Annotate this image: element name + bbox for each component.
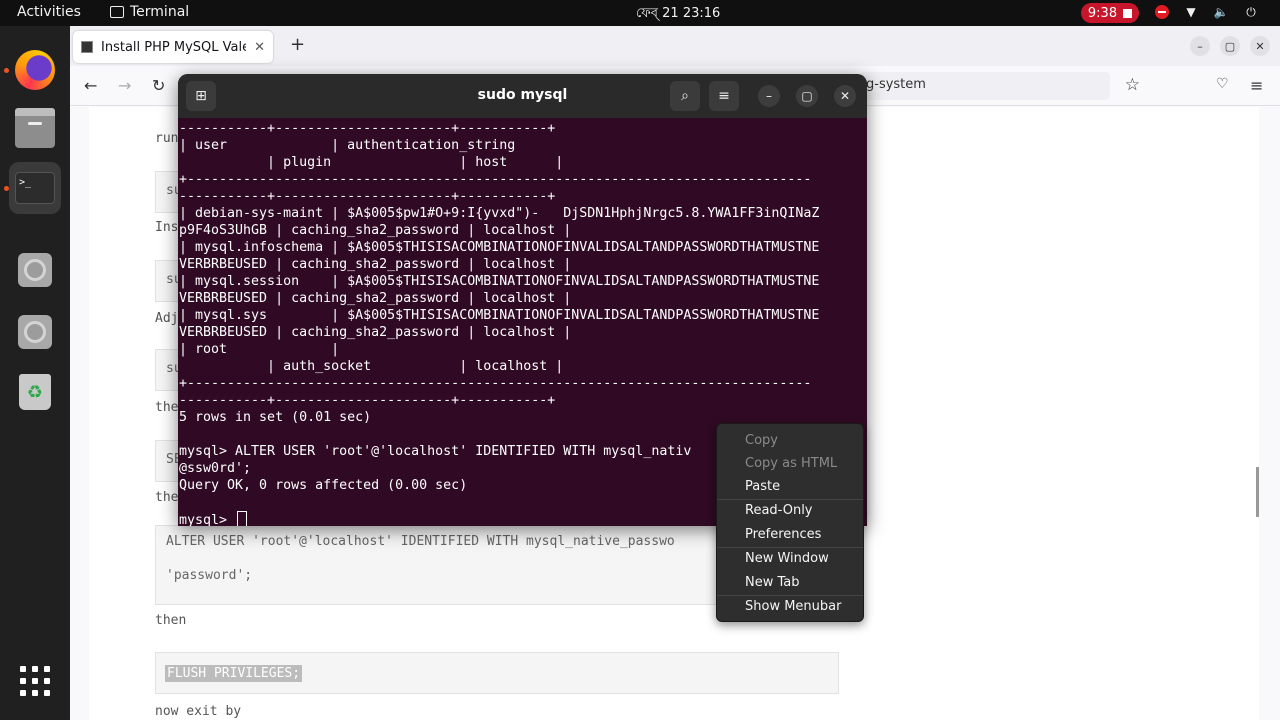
- terminal-line: VERBRBEUSED | caching_sha2_password | lo…: [179, 291, 572, 306]
- menu-item-copy-as-html[interactable]: Copy as HTML: [745, 456, 837, 471]
- prompt: mysql>: [179, 513, 236, 526]
- menu-item-new-tab[interactable]: New Tab: [745, 575, 800, 590]
- terminal-line: VERBRBEUSED | caching_sha2_password | lo…: [179, 325, 572, 340]
- dock-files[interactable]: [9, 104, 61, 156]
- app-name: Terminal: [130, 4, 190, 20]
- text-fragment: Adj: [155, 311, 179, 326]
- text-fragment: the: [155, 400, 179, 415]
- flush-code-block: FLUSH PRIVILEGES;: [155, 652, 839, 694]
- disk-icon: [18, 253, 52, 287]
- menu-separator: [717, 547, 863, 548]
- terminal-line: 5 rows in set (0.01 sec): [179, 410, 372, 425]
- dock: >_ ♻: [0, 26, 70, 720]
- do-not-disturb-icon: [1155, 5, 1169, 19]
- terminal-line: | debian-sys-maint | $A$005$pw1#O+9:I{yv…: [179, 206, 820, 221]
- code-line: 'password';: [166, 568, 253, 583]
- dock-terminal[interactable]: >_: [9, 162, 61, 214]
- terminal-headerbar: ⊞ sudo mysql ⌕ ≡ – ▢ ✕: [178, 74, 867, 118]
- dock-firefox[interactable]: [9, 44, 61, 96]
- volume-icon: 🔈: [1213, 5, 1229, 19]
- text-fragment: Ins: [155, 220, 179, 235]
- terminal-line: | mysql.session | $A$005$THISISACOMBINAT…: [179, 274, 820, 289]
- text-fragment: run: [155, 131, 179, 146]
- favicon-icon: [81, 41, 93, 53]
- url-text: g-system: [866, 77, 926, 92]
- menu-item-copy[interactable]: Copy: [745, 433, 778, 448]
- tab-title: Install PHP MySQL Valet: [101, 39, 247, 55]
- recording-time: 9:38: [1087, 5, 1118, 21]
- terminal-icon: >_: [15, 172, 55, 204]
- disk-icon: [18, 315, 52, 349]
- dock-disk-2[interactable]: [9, 306, 61, 358]
- tab-close-icon[interactable]: ✕: [254, 40, 265, 55]
- window-maximize-button[interactable]: ▢: [1220, 36, 1240, 56]
- power-icon: ⏻: [1246, 4, 1256, 19]
- terminal-line: +---------------------------------------…: [179, 172, 812, 187]
- menu-item-read-only[interactable]: Read-Only: [745, 503, 813, 518]
- minimize-button[interactable]: –: [758, 85, 780, 107]
- flush-privileges-text[interactable]: FLUSH PRIVILEGES;: [165, 665, 303, 682]
- stop-icon: [1123, 8, 1133, 18]
- text-fragment: the: [155, 490, 179, 505]
- terminal-line: -----------+----------------------+-----…: [179, 393, 556, 408]
- code-line: ALTER USER 'root'@'localhost' IDENTIFIED…: [166, 534, 675, 549]
- now-exit-text: now exit by: [155, 704, 242, 719]
- menu-separator: [717, 595, 863, 596]
- top-bar: Activities Terminal ফেব্ 21 23:16 9:38 ▼…: [0, 0, 1280, 26]
- terminal-line: +---------------------------------------…: [179, 376, 812, 391]
- forward-icon[interactable]: →: [118, 76, 131, 95]
- browser-tab[interactable]: Install PHP MySQL Valet ✕: [73, 31, 273, 63]
- terminal-line: | plugin | host |: [179, 155, 564, 170]
- menu-item-paste[interactable]: Paste: [745, 479, 780, 494]
- files-icon: [15, 108, 55, 148]
- show-apps-button[interactable]: [20, 666, 50, 696]
- search-icon[interactable]: ⌕: [670, 81, 700, 111]
- then-text: then: [155, 613, 187, 628]
- terminal-line: mysql> ALTER USER 'root'@'localhost' IDE…: [179, 444, 692, 459]
- terminal-line: Query OK, 0 rows affected (0.00 sec): [179, 478, 468, 493]
- menu-item-preferences[interactable]: Preferences: [745, 527, 821, 542]
- maximize-button[interactable]: ▢: [796, 85, 818, 107]
- url-bar[interactable]: g-system ☆: [860, 72, 1140, 100]
- terminal-line: -----------+----------------------+-----…: [179, 121, 556, 136]
- terminal-line: -----------+----------------------+-----…: [179, 189, 556, 204]
- dock-disk-1[interactable]: [9, 244, 61, 296]
- terminal-line: p9F4oS3UhGB | caching_sha2_password | lo…: [179, 223, 572, 238]
- menu-separator: [717, 499, 863, 500]
- trash-icon: ♻: [19, 374, 51, 410]
- clock[interactable]: ফেব্ 21 23:16: [636, 4, 720, 25]
- close-button[interactable]: ✕: [834, 85, 856, 107]
- firefox-icon: [15, 50, 55, 90]
- menu-item-new-window[interactable]: New Window: [745, 551, 829, 566]
- pocket-icon[interactable]: ♡: [1216, 76, 1229, 92]
- tab-bar: Install PHP MySQL Valet ✕ + – ▢ ✕: [70, 26, 1280, 66]
- menu-icon[interactable]: ≡: [1250, 76, 1263, 95]
- context-menu: Copy Copy as HTML Paste Read-Only Prefer…: [716, 423, 864, 622]
- dock-trash[interactable]: ♻: [9, 366, 61, 418]
- system-tray[interactable]: ▼ 🔈 ⏻: [1155, 4, 1259, 20]
- reload-icon[interactable]: ↻: [152, 76, 165, 95]
- activities-button[interactable]: Activities: [17, 4, 81, 20]
- terminal-line: VERBRBEUSED | caching_sha2_password | lo…: [179, 257, 572, 272]
- menu-item-show-menubar[interactable]: Show Menubar: [745, 599, 841, 614]
- app-indicator[interactable]: Terminal: [110, 4, 189, 20]
- terminal-line: | auth_socket | localhost |: [179, 359, 564, 374]
- wifi-icon: ▼: [1186, 5, 1196, 19]
- page-scrollbar[interactable]: [1256, 467, 1259, 517]
- new-tab-button[interactable]: +: [290, 34, 305, 55]
- hamburger-menu-icon[interactable]: ≡: [709, 81, 739, 111]
- window-minimize-button[interactable]: –: [1190, 36, 1210, 56]
- back-icon[interactable]: ←: [84, 76, 97, 95]
- terminal-line: | user | authentication_string: [179, 138, 516, 153]
- screen-recording-indicator[interactable]: 9:38: [1081, 3, 1139, 23]
- text-cursor: [237, 511, 248, 526]
- terminal-icon: [110, 6, 124, 18]
- bookmark-star-icon[interactable]: ☆: [1125, 75, 1140, 95]
- terminal-line: | mysql.sys | $A$005$THISISACOMBINATIONO…: [179, 308, 820, 323]
- window-close-button[interactable]: ✕: [1250, 36, 1270, 56]
- terminal-line: @ssw0rd';: [179, 461, 252, 476]
- terminal-line: | mysql.infoschema | $A$005$THISISACOMBI…: [179, 240, 820, 255]
- terminal-line: | root |: [179, 342, 340, 357]
- terminal-prompt-line[interactable]: mysql>: [179, 511, 248, 526]
